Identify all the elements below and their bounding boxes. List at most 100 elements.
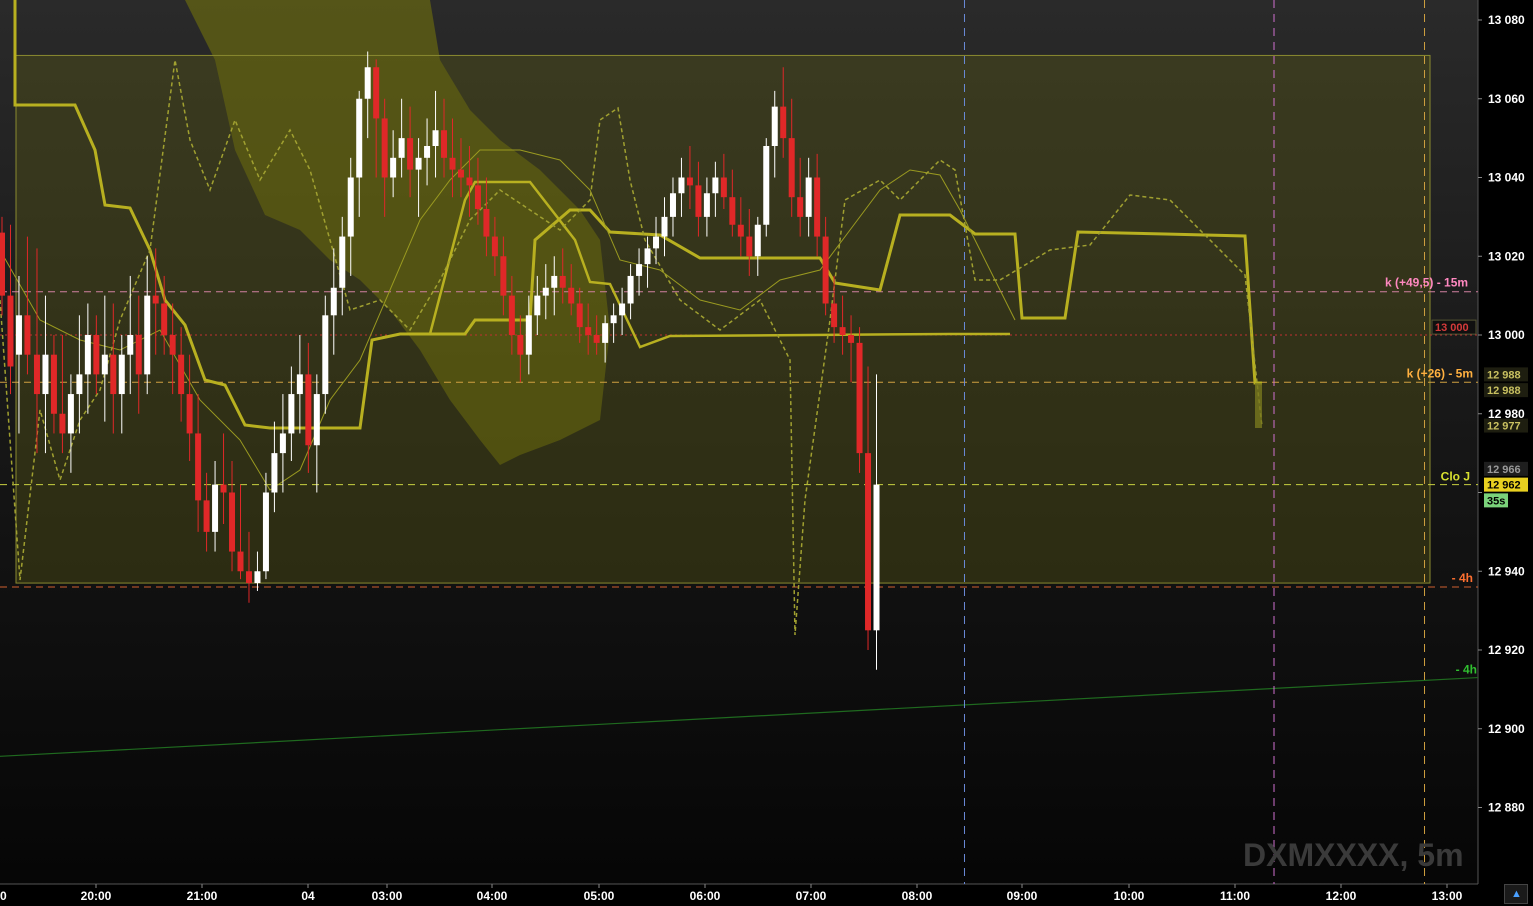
candle-body	[831, 303, 838, 328]
candle-body	[483, 209, 490, 237]
candle-body	[76, 374, 83, 395]
candle-body	[50, 354, 57, 414]
candle-body	[330, 287, 337, 316]
x-tick-label: 09:00	[1007, 889, 1038, 903]
candle-body	[814, 177, 821, 237]
arrow-up-icon: ▲	[1511, 888, 1522, 900]
candle-body	[245, 571, 252, 584]
y-tick-label: 12 920	[1488, 643, 1525, 657]
candle-body	[551, 275, 558, 288]
candle-body	[653, 236, 660, 249]
candle-body	[712, 177, 719, 194]
candle-body	[585, 327, 592, 335]
candle-body	[152, 295, 159, 304]
candle-body	[407, 138, 414, 170]
candle-body	[695, 185, 702, 217]
x-tick-label: 21:00	[187, 889, 218, 903]
level-annotation: - 4h	[1452, 571, 1473, 585]
candle-body	[644, 248, 651, 265]
y-tick-label: 12 880	[1488, 801, 1525, 815]
candle-body	[449, 157, 456, 170]
symbol-watermark: DXMXXXX, 5m	[1243, 837, 1464, 873]
candle-body	[661, 216, 668, 237]
candle-body	[390, 157, 397, 178]
candle-body	[763, 146, 770, 225]
candle-body	[508, 295, 515, 335]
candle-body	[271, 453, 278, 493]
candle-body	[593, 335, 600, 343]
candle-body	[212, 484, 219, 532]
candle-body	[602, 323, 609, 343]
x-tick-label: 06:00	[690, 889, 721, 903]
candle-body	[135, 335, 142, 375]
candle-body	[805, 177, 812, 217]
projection-block	[1255, 383, 1262, 428]
x-tick-label: 12:00	[1326, 889, 1357, 903]
level-annotation: - 4h	[1456, 663, 1477, 677]
candle-body	[525, 315, 532, 355]
candle-body	[398, 138, 405, 158]
candle-body	[754, 224, 761, 257]
candle-body	[780, 106, 787, 139]
price-tag-text: 12 962	[1487, 480, 1521, 492]
x-tick-label: 08:00	[902, 889, 933, 903]
candle-body	[339, 236, 346, 288]
x-tick-label: 13:00	[1432, 889, 1463, 903]
scroll-corner-button[interactable]: ▲	[1504, 884, 1528, 904]
candle-body	[788, 138, 795, 198]
candle-body	[305, 374, 312, 446]
candle-body	[229, 492, 236, 552]
candle-body	[619, 303, 626, 316]
level-annotation: Clo J	[1441, 470, 1470, 484]
candle-body	[161, 303, 168, 335]
axis-background	[1478, 0, 1533, 906]
candle-body	[373, 67, 380, 119]
candle-body	[441, 130, 448, 158]
y-tick-label: 12 940	[1488, 564, 1525, 578]
price-chart[interactable]: k (+49,5) - 15m k (+26) - 5m Clo J - 4h - 4h…	[0, 0, 1533, 906]
candle-body	[457, 169, 464, 178]
candle-body	[542, 287, 549, 296]
price-tag-text: 12 988	[1487, 369, 1521, 381]
candle-body	[627, 275, 634, 304]
y-tick-label: 13 060	[1488, 92, 1525, 106]
price-tag-text: 12 988	[1487, 385, 1521, 397]
candle-body	[59, 413, 66, 434]
candle-body	[737, 224, 744, 237]
candle-body	[415, 157, 422, 170]
candle-body	[313, 394, 320, 446]
candle-body	[118, 354, 125, 395]
candle-body	[144, 295, 151, 375]
candle-body	[610, 315, 617, 324]
y-tick-label: 13 020	[1488, 249, 1525, 263]
candle-body	[848, 335, 855, 343]
x-tick-label: 07:00	[796, 889, 827, 903]
candle-body	[186, 394, 193, 434]
x-tick-label: 05:00	[584, 889, 615, 903]
x-tick-label: 20:00	[81, 889, 112, 903]
candle-body	[220, 484, 227, 493]
candle-body	[822, 236, 829, 304]
candle-body	[686, 177, 693, 186]
candle-body	[873, 484, 880, 631]
candle-body	[84, 335, 91, 375]
candle-body	[534, 295, 541, 316]
chart-area[interactable]: k (+49,5) - 15m k (+26) - 5m Clo J - 4h - 4h…	[0, 0, 1533, 906]
candle-body	[500, 256, 507, 296]
x-tick-label-edge: 0	[0, 889, 7, 903]
candle-body	[110, 354, 117, 395]
candle-body	[856, 342, 863, 454]
candle-body	[678, 177, 685, 194]
candle-body	[322, 315, 329, 395]
candle-body	[101, 354, 108, 375]
candle-body	[93, 335, 100, 375]
candle-body	[568, 287, 575, 304]
candle-body	[7, 295, 14, 367]
candle-body	[254, 571, 261, 584]
candle-body	[15, 315, 22, 355]
candle-body	[474, 185, 481, 209]
candle-body	[127, 335, 134, 355]
candle-body	[559, 275, 566, 288]
candle-body	[424, 146, 431, 158]
range-box-rect	[15, 54, 1431, 584]
